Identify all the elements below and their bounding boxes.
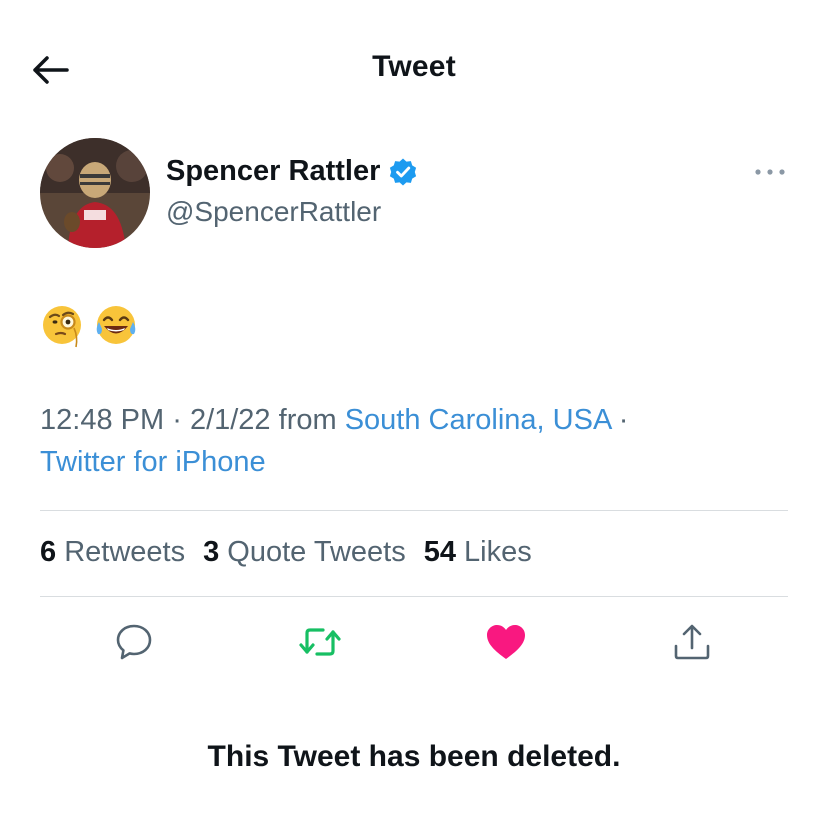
quote-tweets-label: Quote Tweets [227,536,406,568]
share-button[interactable] [670,620,714,664]
more-options-button[interactable] [752,160,788,184]
more-dots-icon [755,169,785,175]
likes-count: 54 [423,536,456,568]
share-icon [674,624,710,660]
meta-separator: · [172,404,182,436]
likes-label: Likes [464,536,532,568]
heart-icon [487,625,525,659]
tweet-location-link[interactable]: South Carolina, USA [345,404,611,436]
verified-badge-icon [390,158,417,185]
tweet-date[interactable]: 2/1/22 [190,404,271,436]
author-name[interactable]: Spencer Rattler [166,155,380,188]
retweets-stat[interactable]: 6 Retweets [40,536,185,569]
retweet-icon [299,628,341,656]
author-row[interactable]: Spencer Rattler [166,155,418,188]
retweet-button[interactable] [298,620,342,664]
avatar[interactable] [40,138,150,248]
likes-stat[interactable]: 54 Likes [424,536,532,569]
quote-tweets-stat[interactable]: 3 Quote Tweets [203,536,406,569]
divider [40,596,788,597]
author-handle[interactable]: @SpencerRattler [166,196,381,228]
face-with-monocle-emoji [43,306,81,348]
divider [40,510,788,511]
tweet-client-link[interactable]: Twitter for iPhone [40,446,266,478]
quote-tweets-count: 3 [203,536,220,568]
face-with-tears-of-joy-emoji [96,306,136,344]
tweet-meta: 12:48 PM · 2/1/22 from South Carolina, U… [40,404,628,437]
deleted-tweet-notice: This Tweet has been deleted. [207,740,621,773]
reply-button[interactable] [112,620,156,664]
tweet-stats: 6 Retweets 3 Quote Tweets 54 Likes [40,536,532,569]
retweets-count: 6 [40,536,57,568]
retweets-label: Retweets [64,536,186,568]
tweet-client-row: Twitter for iPhone [40,446,266,479]
like-button[interactable] [484,620,528,664]
meta-separator: · [618,404,629,436]
reply-icon [116,624,152,660]
from-label: from [278,404,337,436]
tweet-time[interactable]: 12:48 PM [40,404,164,436]
tweet-text [40,300,140,350]
top-bar: Tweet [0,0,828,140]
page-title: Tweet [372,50,456,83]
profile-photo [40,138,150,248]
